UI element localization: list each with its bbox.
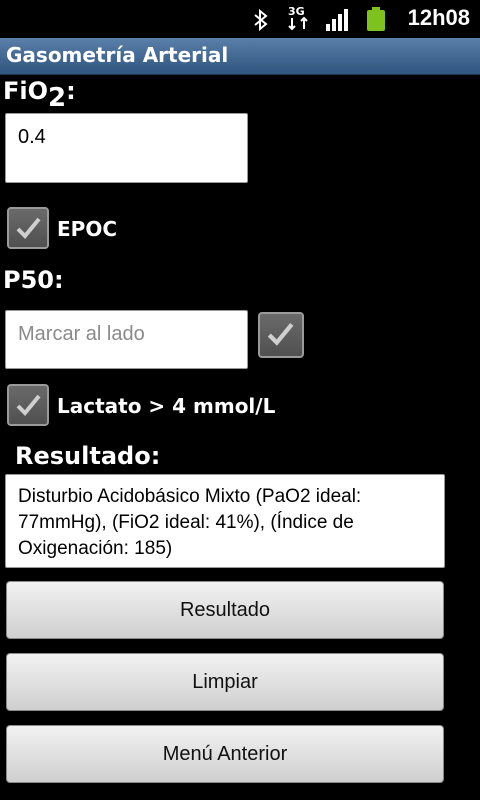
resultado-label: Resultado: <box>15 442 161 470</box>
p50-input-placeholder: Marcar al lado <box>18 323 145 345</box>
battery-icon <box>365 6 387 36</box>
limpiar-button[interactable]: Limpiar <box>6 653 444 711</box>
fio2-input[interactable]: 0.4 <box>5 113 248 183</box>
bluetooth-icon <box>252 8 270 36</box>
resultado-text: Disturbio Acidobásico Mixto (PaO2 ideal:… <box>18 486 362 559</box>
fio2-label-main: FiO <box>3 77 49 105</box>
fio2-label-subscript: 2 <box>48 83 67 113</box>
fio2-label-colon: : <box>66 77 76 105</box>
title-bar: Gasometría Arterial <box>0 38 480 75</box>
fio2-input-value: 0.4 <box>18 126 46 148</box>
signal-icon <box>325 8 351 36</box>
checkmark-icon <box>16 217 41 239</box>
epoc-label: EPOC <box>57 217 117 241</box>
status-time: 12h08 <box>407 5 470 30</box>
fio2-label: FiO2: <box>3 76 76 113</box>
resultado-button[interactable]: Resultado <box>6 581 444 639</box>
p50-input[interactable]: Marcar al lado <box>5 310 248 369</box>
lactato-label: Lactato > 4 mmol/L <box>57 394 276 418</box>
app-title: Gasometría Arterial <box>6 43 229 67</box>
checkmark-icon <box>267 322 294 346</box>
network-type-label: 3G <box>288 5 305 18</box>
epoc-checkbox[interactable] <box>7 207 49 249</box>
p50-label: P50: <box>3 266 64 294</box>
p50-checkbox[interactable] <box>258 312 304 358</box>
lactato-checkbox[interactable] <box>7 384 49 426</box>
resultado-output[interactable]: Disturbio Acidobásico Mixto (PaO2 ideal:… <box>5 474 445 568</box>
3g-data-icon: 3G <box>286 4 314 36</box>
status-bar: 3G 12h08 <box>0 0 480 38</box>
checkmark-icon <box>16 394 41 416</box>
menu-anterior-button[interactable]: Menú Anterior <box>6 725 444 783</box>
